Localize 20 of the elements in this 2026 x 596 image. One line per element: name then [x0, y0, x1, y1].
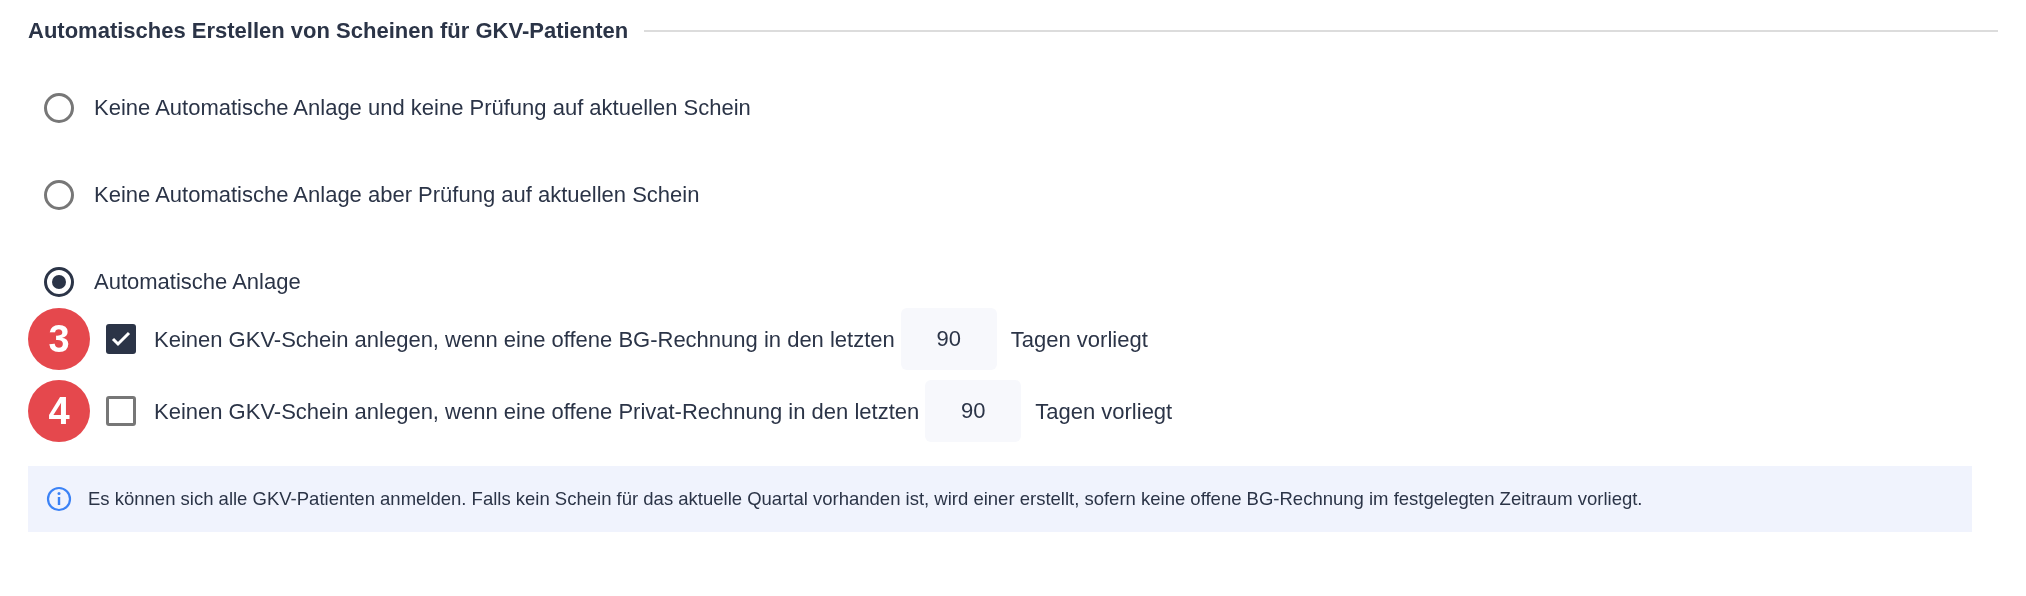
radio-label: Automatische Anlage: [94, 268, 301, 296]
days-input[interactable]: 90: [900, 308, 997, 370]
days-input[interactable]: 90: [925, 380, 1022, 442]
radio-button[interactable]: [44, 266, 74, 297]
checkbox-label: Keinen GKV-Schein anlegen, wenn eine offene Privat-Rechnung in den letzten: [154, 397, 920, 426]
checkbox-label: Keinen GKV-Schein anlegen, wenn eine offene BG-Rechnung in den letzten: [154, 325, 895, 354]
section-title: Automatisches Erstellen von Scheinen für GKV-Patienten: [28, 17, 629, 45]
step-badge: 4: [28, 380, 90, 442]
checkmark-icon: [111, 331, 131, 347]
radio-label: Keine Automatische Anlage und keine Prüfung auf aktuellen Schein: [94, 94, 751, 122]
info-text: Es können sich alle GKV-Patienten anmelden. Falls kein Schein für das aktuelle Quartal vorhanden ist, wird einer erstellt, sofern keine offene BG-Rechnung im festgelegten Zeitraum vorliegt.: [88, 487, 1643, 512]
checkbox-label: Tagen vorliegt: [1010, 325, 1148, 354]
radio-label: Keine Automatische Anlage aber Prüfung auf aktuellen Schein: [94, 181, 700, 209]
radio-button[interactable]: [44, 92, 74, 123]
checkbox[interactable]: [106, 396, 136, 426]
info-icon: [46, 486, 72, 512]
radio-button[interactable]: [44, 179, 74, 210]
step-badge: 3: [28, 308, 90, 370]
checkbox[interactable]: [106, 324, 136, 354]
checkbox-label: Tagen vorliegt: [1035, 397, 1173, 426]
